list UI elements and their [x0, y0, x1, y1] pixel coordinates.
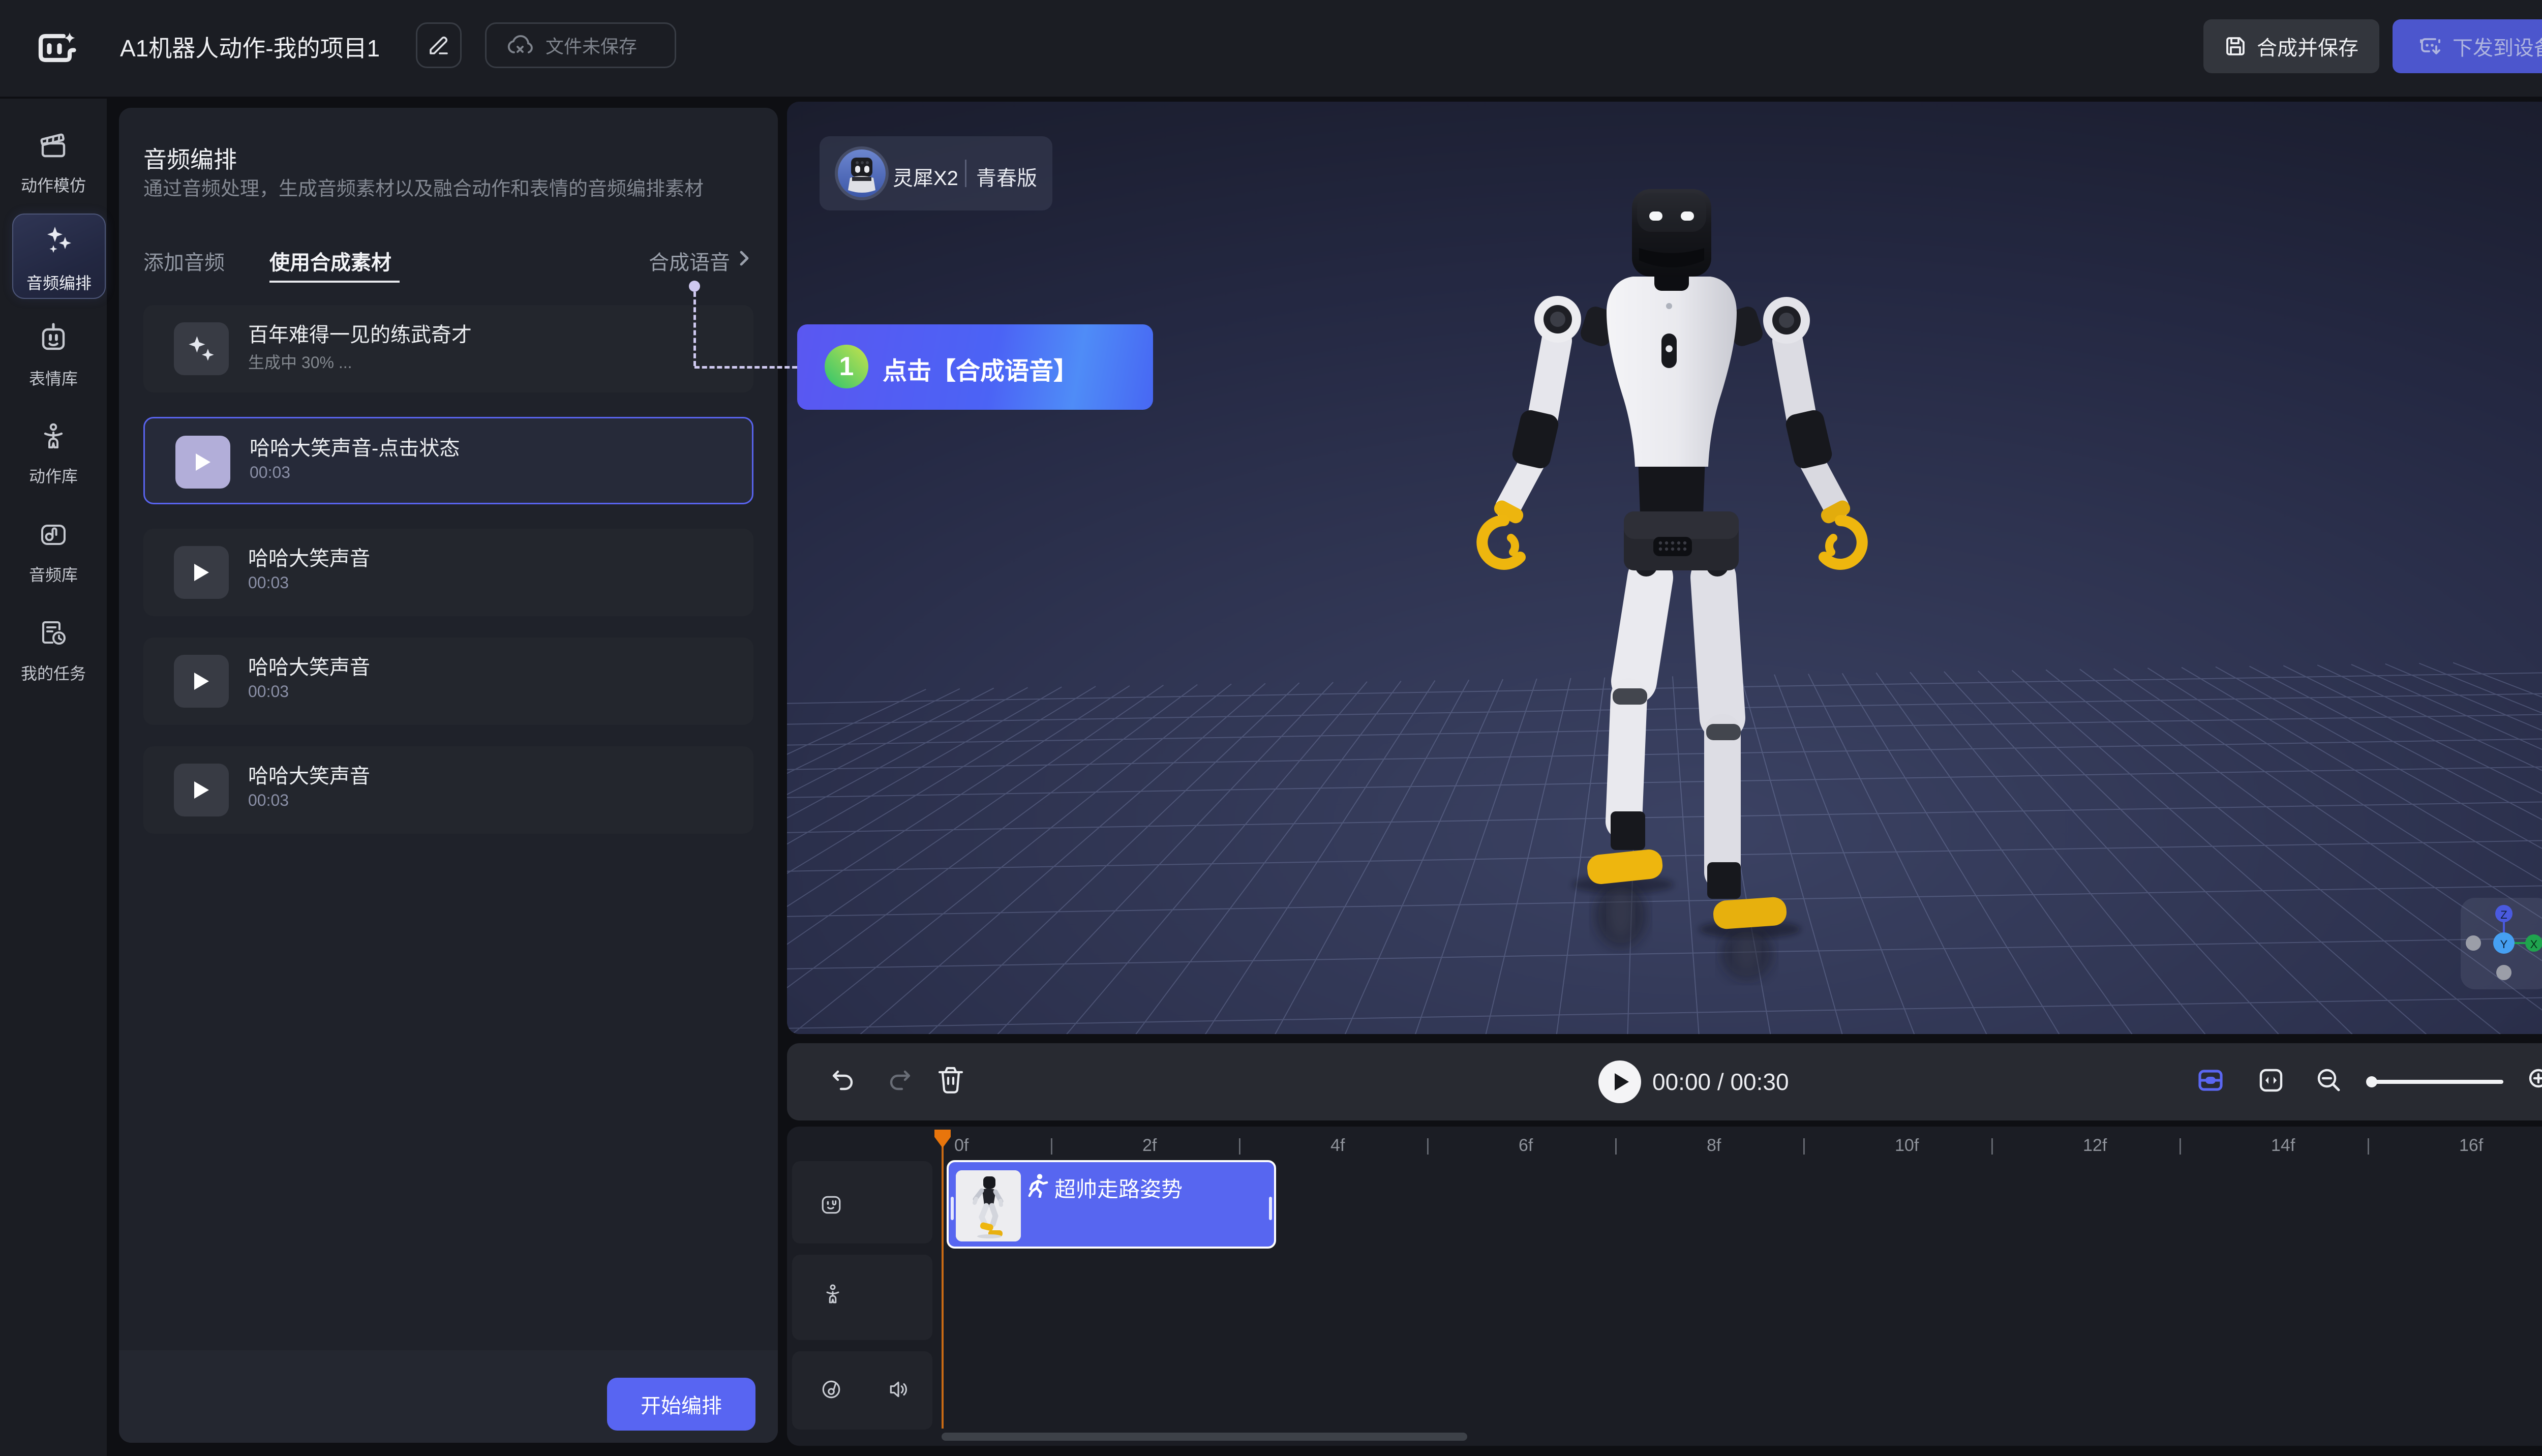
svg-text:Z: Z — [2500, 908, 2507, 921]
svg-text:X: X — [2530, 938, 2538, 951]
svg-text:Y: Y — [2500, 938, 2508, 951]
